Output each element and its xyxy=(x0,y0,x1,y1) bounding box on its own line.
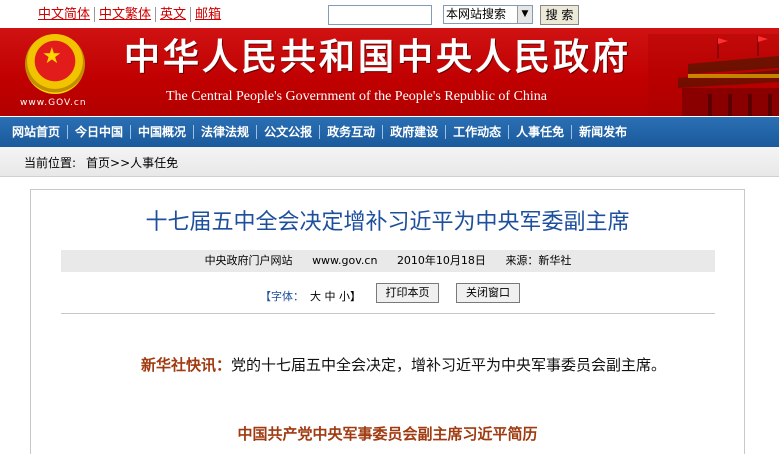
font-size-control: 【字体： 大 中 小】 xyxy=(260,288,361,304)
national-emblem-icon: ★ xyxy=(25,34,85,94)
lead-source: 新华社快讯： xyxy=(141,356,232,374)
lead-text: 党的十七届五中全会决定，增补习近平为中央军事委员会副主席。 xyxy=(231,356,667,374)
print-button[interactable]: 打印本页 xyxy=(376,283,439,303)
meta-source: 来源：新华社 xyxy=(505,254,572,267)
lang-link-simplified[interactable]: 中文简体 xyxy=(34,7,96,22)
breadcrumb-home-link[interactable]: 首页>> xyxy=(86,156,130,170)
article-title: 十七届五中全会决定增补习近平为中央军委副主席 xyxy=(145,210,630,235)
nav-item-home[interactable]: 网站首页 xyxy=(5,125,69,139)
breadcrumb-label: 当前位置: xyxy=(24,156,77,170)
meta-url: www.gov.cn xyxy=(312,254,378,267)
nav-item-laws[interactable]: 法律法规 xyxy=(194,125,258,139)
section-heading: 中国共产党中央军事委员会副主席习近平简历 xyxy=(237,425,538,443)
lang-link-mail[interactable]: 邮箱 xyxy=(191,7,225,22)
nav-item-interaction[interactable]: 政务互动 xyxy=(320,125,384,139)
close-window-button[interactable]: 关闭窗口 xyxy=(456,283,520,303)
lang-link-traditional[interactable]: 中文繁体 xyxy=(95,7,157,22)
language-links: 中文简体 中文繁体 英文 邮箱 xyxy=(34,7,225,22)
breadcrumb: 当前位置: 首页>> 人事任免 xyxy=(24,156,178,170)
top-bar: 中文简体 中文繁体 英文 邮箱 本网站搜索 ▼ 搜 索 xyxy=(0,0,779,28)
nav-item-press[interactable]: 新闻发布 xyxy=(572,125,634,139)
breadcrumb-current-link[interactable]: 人事任免 xyxy=(130,156,178,170)
site-title: 中华人民共和国中央人民政府 xyxy=(124,37,632,78)
breadcrumb-bar: 当前位置: 首页>> 人事任免 xyxy=(0,147,779,177)
nav-item-bulletins[interactable]: 公文公报 xyxy=(257,125,321,139)
meta-site: 中央政府门户网站 xyxy=(204,254,293,267)
search-scope-select[interactable]: 本网站搜索 ▼ xyxy=(443,5,533,24)
star-icon: ★ xyxy=(42,44,62,69)
search-input[interactable] xyxy=(328,5,432,25)
nav-item-appointments[interactable]: 人事任免 xyxy=(509,125,573,139)
nav-item-china-overview[interactable]: 中国概况 xyxy=(131,125,195,139)
nav-item-today-china[interactable]: 今日中国 xyxy=(68,125,132,139)
main-nav: 网站首页 今日中国 中国概况 法律法规 公文公报 政务互动 政府建设 工作动态 … xyxy=(0,117,779,147)
site-subtitle: The Central People's Government of the P… xyxy=(166,89,548,104)
meta-date: 2010年10月18日 xyxy=(396,254,486,267)
lang-link-english[interactable]: 英文 xyxy=(156,7,192,22)
article-meta: 中央政府门户网站 www.gov.cn 2010年10月18日 来源：新华社 xyxy=(61,250,715,272)
font-size-options[interactable]: 大 中 小】 xyxy=(310,290,361,303)
nav-item-work-updates[interactable]: 工作动态 xyxy=(446,125,510,139)
font-size-label: 【字体： xyxy=(260,290,304,303)
search-scope-value: 本网站搜索 xyxy=(446,7,507,21)
article-lead: 新华社快讯：党的十七届五中全会决定，增补习近平为中央军事委员会副主席。 xyxy=(81,351,691,380)
article-frame: 十七届五中全会决定增补习近平为中央军委副主席 中央政府门户网站 www.gov.… xyxy=(30,189,745,454)
nav-item-gov-building[interactable]: 政府建设 xyxy=(383,125,447,139)
search-button[interactable]: 搜 索 xyxy=(540,5,579,25)
article-tools: 【字体： 大 中 小】 打印本页 关闭窗口 xyxy=(31,283,744,305)
tiananmen-gate-icon xyxy=(648,34,779,116)
banner-url: www.GOV.cn xyxy=(20,98,87,108)
site-banner: ★ www.GOV.cn 中华人民共和国中央人民政府 The Central P… xyxy=(0,28,779,116)
divider xyxy=(61,313,715,314)
chevron-down-icon: ▼ xyxy=(517,6,532,23)
